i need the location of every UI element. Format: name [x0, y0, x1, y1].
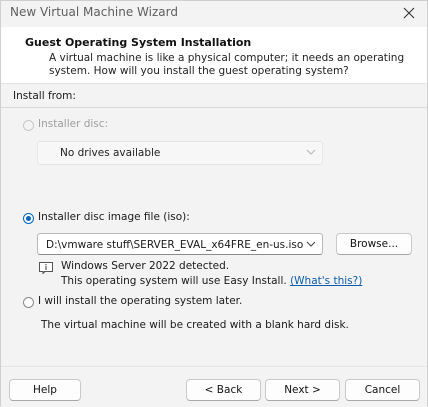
close-icon[interactable] [399, 3, 419, 23]
help-button[interactable]: Help [9, 379, 81, 401]
page-title: Guest Operating System Installation [25, 36, 252, 49]
installer-disc-radio[interactable] [23, 120, 34, 131]
iso-path-combobox[interactable]: D:\vmware stuff\SERVER_EVAL_x64FRE_en-us… [37, 233, 323, 255]
window-title: New Virtual Machine Wizard [10, 5, 178, 19]
iso-path-value: D:\vmware stuff\SERVER_EVAL_x64FRE_en-us… [46, 239, 304, 251]
installer-disc-dropdown[interactable]: No drives available [37, 141, 323, 165]
iso-label: Installer disc image file (iso): [38, 211, 190, 223]
easy-install-message: This operating system will use Easy Inst… [61, 275, 362, 287]
install-from-label: Install from: [13, 90, 76, 102]
next-button[interactable]: Next > [265, 379, 340, 401]
install-later-note: The virtual machine will be created with… [41, 319, 349, 331]
chevron-down-icon[interactable] [306, 239, 316, 249]
easy-install-text: This operating system will use Easy Inst… [61, 275, 287, 287]
divider [1, 107, 427, 108]
wizard-window: New Virtual Machine Wizard Guest Operati… [0, 0, 428, 407]
cancel-button[interactable]: Cancel [345, 379, 420, 401]
whats-this-link[interactable]: (What's this?) [290, 275, 362, 287]
wizard-header: Guest Operating System Installation A vi… [1, 27, 427, 84]
page-subtitle: A virtual machine is like a physical com… [49, 52, 405, 77]
button-bar: Help < Back Next > Cancel [1, 366, 427, 407]
chevron-down-icon [306, 149, 316, 155]
installer-disc-value: No drives available [60, 147, 161, 159]
install-later-label: I will install the operating system late… [38, 295, 243, 307]
detection-message: Windows Server 2022 detected. [61, 260, 230, 272]
install-later-radio[interactable] [23, 297, 34, 308]
installer-disc-label: Installer disc: [38, 118, 109, 130]
back-button[interactable]: < Back [186, 379, 261, 401]
title-bar: New Virtual Machine Wizard [1, 1, 427, 27]
iso-radio[interactable] [23, 213, 34, 224]
browse-button[interactable]: Browse... [336, 233, 412, 255]
info-icon [39, 262, 53, 274]
